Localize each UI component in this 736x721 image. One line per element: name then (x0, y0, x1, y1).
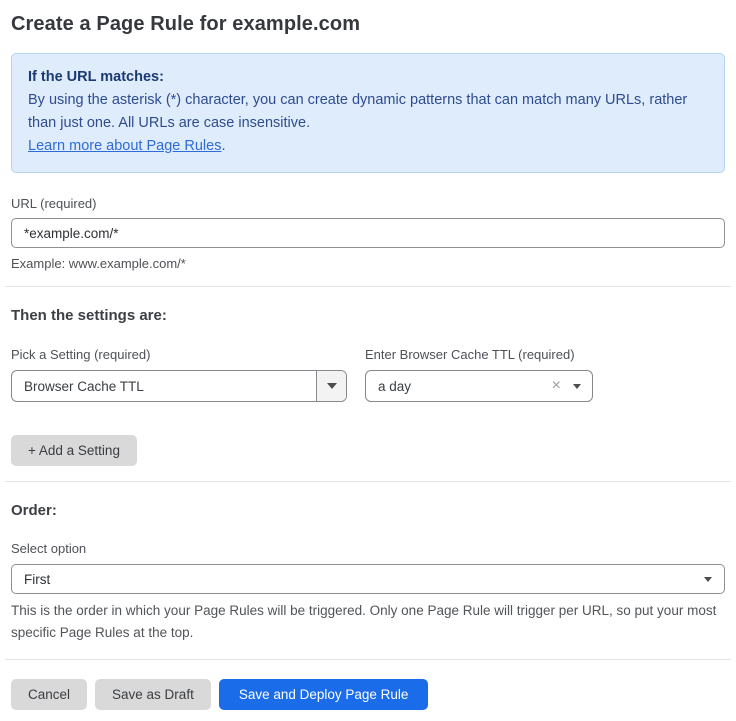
chevron-down-icon (327, 383, 337, 389)
clear-icon[interactable]: × (552, 378, 567, 394)
chevron-down-icon (573, 384, 581, 389)
page-title: Create a Page Rule for example.com (11, 13, 725, 36)
save-as-draft-button[interactable]: Save as Draft (95, 679, 211, 710)
settings-row: Pick a Setting (required) Browser Cache … (11, 347, 725, 402)
pick-setting-dropdown[interactable]: Browser Cache TTL (11, 370, 347, 402)
ttl-setting-value: a day (366, 379, 552, 394)
url-input[interactable] (11, 218, 725, 248)
order-section-heading: Order: (11, 502, 725, 519)
learn-more-link[interactable]: Learn more about Page Rules (28, 138, 221, 154)
link-suffix: . (221, 138, 225, 154)
save-and-deploy-button[interactable]: Save and Deploy Page Rule (219, 679, 429, 710)
info-box-body: By using the asterisk (*) character, you… (28, 89, 708, 158)
cancel-button[interactable]: Cancel (11, 679, 87, 710)
ttl-setting-column: Enter Browser Cache TTL (required) a day… (365, 347, 593, 402)
pick-setting-value: Browser Cache TTL (12, 379, 316, 394)
order-select-label: Select option (11, 541, 725, 556)
ttl-caret-button[interactable] (567, 384, 592, 389)
pick-setting-column: Pick a Setting (required) Browser Cache … (11, 347, 347, 402)
chevron-down-icon (704, 577, 712, 582)
url-field-label: URL (required) (11, 196, 725, 211)
order-caret (698, 577, 724, 582)
divider (5, 659, 731, 660)
url-match-info-box: If the URL matches: By using the asteris… (11, 53, 725, 173)
url-example-helper: Example: www.example.com/* (11, 256, 725, 271)
info-box-heading: If the URL matches: (28, 66, 708, 89)
pick-setting-label: Pick a Setting (required) (11, 347, 347, 362)
add-setting-button[interactable]: + Add a Setting (11, 435, 137, 466)
divider (5, 286, 731, 287)
ttl-setting-label: Enter Browser Cache TTL (required) (365, 347, 593, 362)
settings-section-heading: Then the settings are: (11, 307, 725, 324)
divider (5, 481, 731, 482)
ttl-value-dropdown[interactable]: a day × (365, 370, 593, 402)
footer-actions: Cancel Save as Draft Save and Deploy Pag… (11, 679, 725, 710)
info-box-body-text: By using the asterisk (*) character, you… (28, 92, 687, 131)
order-select-value: First (12, 572, 698, 587)
order-helper-text: This is the order in which your Page Rul… (11, 600, 725, 644)
dropdown-caret-button[interactable] (316, 371, 346, 401)
order-select[interactable]: First (11, 564, 725, 594)
page-rule-form: Create a Page Rule for example.com If th… (0, 13, 736, 721)
